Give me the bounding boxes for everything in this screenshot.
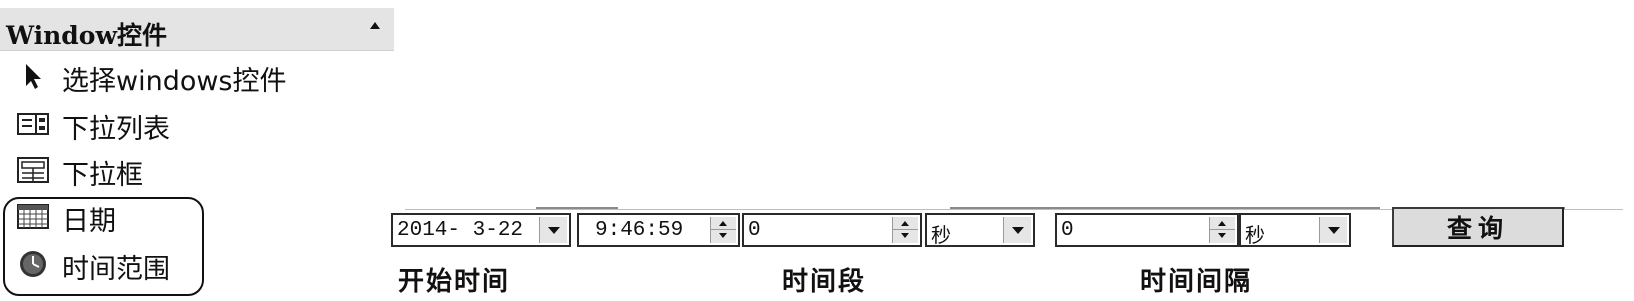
period-value-spinner[interactable]: 0 <box>742 213 922 247</box>
start-time-spinner[interactable]: 9:46:59 <box>577 213 740 247</box>
spin-up-icon[interactable] <box>901 221 909 226</box>
spin-divider <box>1210 229 1235 230</box>
chevron-down-icon[interactable] <box>539 217 567 243</box>
spin-divider <box>711 229 736 230</box>
start-date-value: 2014- 3-22 <box>397 219 524 242</box>
interval-value: 0 <box>1061 219 1074 242</box>
period-unit-value: 秒 <box>931 223 951 247</box>
separator-segment <box>950 207 1380 209</box>
spin-buttons[interactable] <box>1209 217 1235 243</box>
interval-value-spinner[interactable]: 0 <box>1055 213 1239 247</box>
period-unit-select[interactable]: 秒 <box>925 213 1035 247</box>
query-button[interactable]: 查询 <box>1392 207 1564 247</box>
toolbox-item-label: 下拉框 <box>62 160 143 191</box>
start-time-label: 开始时间 <box>398 267 511 297</box>
toolbox-item-label: 选择windows控件 <box>62 66 287 97</box>
highlight-annotation <box>3 197 204 296</box>
separator-segment <box>536 207 618 209</box>
interval-unit-value: 秒 <box>1245 223 1265 247</box>
spin-up-icon[interactable] <box>719 221 727 226</box>
interval-label: 时间间隔 <box>1140 267 1253 297</box>
chevron-down-icon[interactable] <box>1003 217 1031 243</box>
combobox-icon <box>17 157 49 183</box>
chevron-down-icon[interactable] <box>1319 217 1347 243</box>
toolbox-panel: Window控件 选择windows控件 下拉列表 下拉框 日期 时间范围 <box>0 0 396 301</box>
period-value: 0 <box>748 219 761 242</box>
spin-buttons[interactable] <box>892 217 918 243</box>
start-date-picker[interactable]: 2014- 3-22 <box>391 213 571 247</box>
pointer-icon <box>26 64 41 89</box>
start-time-value: 9:46:59 <box>595 219 684 242</box>
spin-divider <box>893 229 918 230</box>
period-label: 时间段 <box>782 267 867 297</box>
spin-up-icon[interactable] <box>1218 221 1226 226</box>
interval-unit-select[interactable]: 秒 <box>1239 213 1351 247</box>
spin-down-icon[interactable] <box>719 233 727 238</box>
spin-buttons[interactable] <box>710 217 736 243</box>
toolbox-title: Window控件 <box>6 21 167 50</box>
toolbox-item-label: 下拉列表 <box>62 114 170 145</box>
collapse-arrow-icon[interactable] <box>370 22 380 29</box>
toolbox-header[interactable]: Window控件 <box>0 8 394 51</box>
dropdown-list-icon <box>17 113 49 135</box>
spin-down-icon[interactable] <box>1218 233 1226 238</box>
spin-down-icon[interactable] <box>901 233 909 238</box>
